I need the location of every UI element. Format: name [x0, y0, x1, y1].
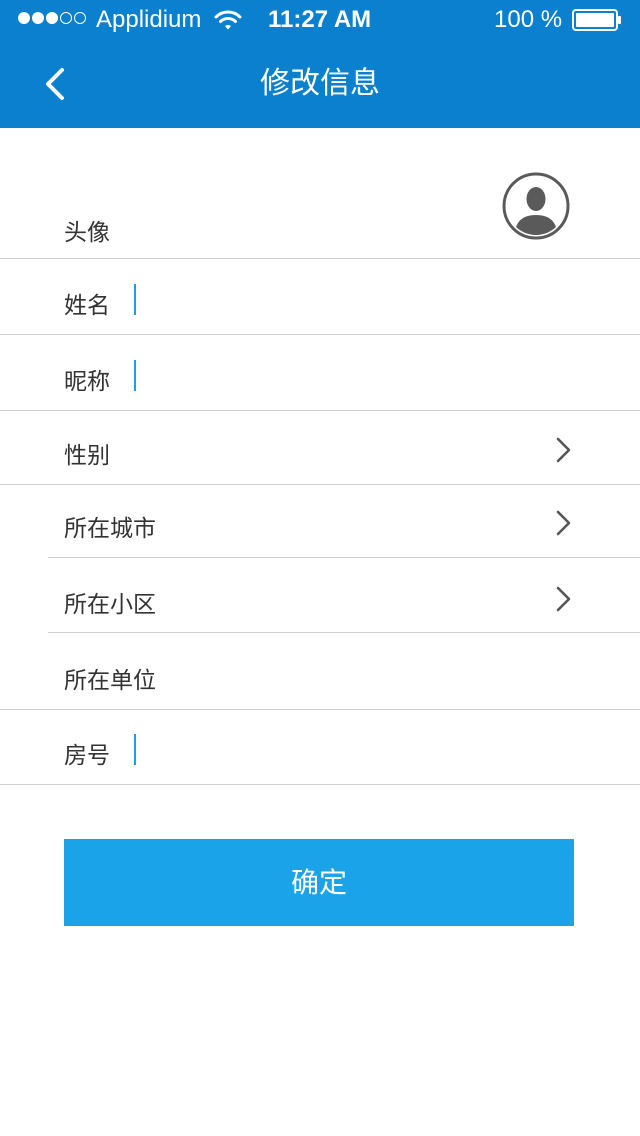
city-label: 所在城市	[64, 516, 156, 542]
battery-icon	[572, 9, 621, 31]
confirm-button[interactable]: 确定	[64, 839, 574, 926]
gender-label: 性别	[64, 443, 110, 469]
room-number-input-caret[interactable]	[134, 734, 136, 765]
header: Applidium 11:27 AM 100 % 修改信息	[0, 0, 640, 128]
nickname-label: 昵称	[64, 369, 110, 395]
back-button[interactable]	[38, 62, 78, 106]
carrier-name: Applidium	[96, 6, 202, 33]
community-label: 所在小区	[64, 592, 156, 618]
navigation-bar: 修改信息	[0, 40, 640, 128]
status-time: 11:27 AM	[268, 6, 372, 33]
battery-percentage: 100 %	[494, 6, 563, 33]
page-title: 修改信息	[260, 66, 380, 101]
room-number-label: 房号	[64, 743, 110, 769]
chevron-right-icon	[556, 437, 571, 463]
nickname-input-caret[interactable]	[134, 360, 136, 391]
name-label: 姓名	[64, 293, 110, 319]
avatar-label: 头像	[64, 220, 110, 246]
signal-strength-icon	[18, 12, 86, 24]
chevron-right-icon	[556, 586, 571, 612]
chevron-right-icon	[556, 510, 571, 536]
name-input-caret[interactable]	[134, 284, 136, 315]
avatar-placeholder-icon[interactable]	[502, 172, 570, 240]
wifi-icon	[214, 10, 242, 30]
workplace-label: 所在单位	[64, 668, 156, 694]
status-bar: Applidium 11:27 AM 100 %	[0, 0, 640, 40]
